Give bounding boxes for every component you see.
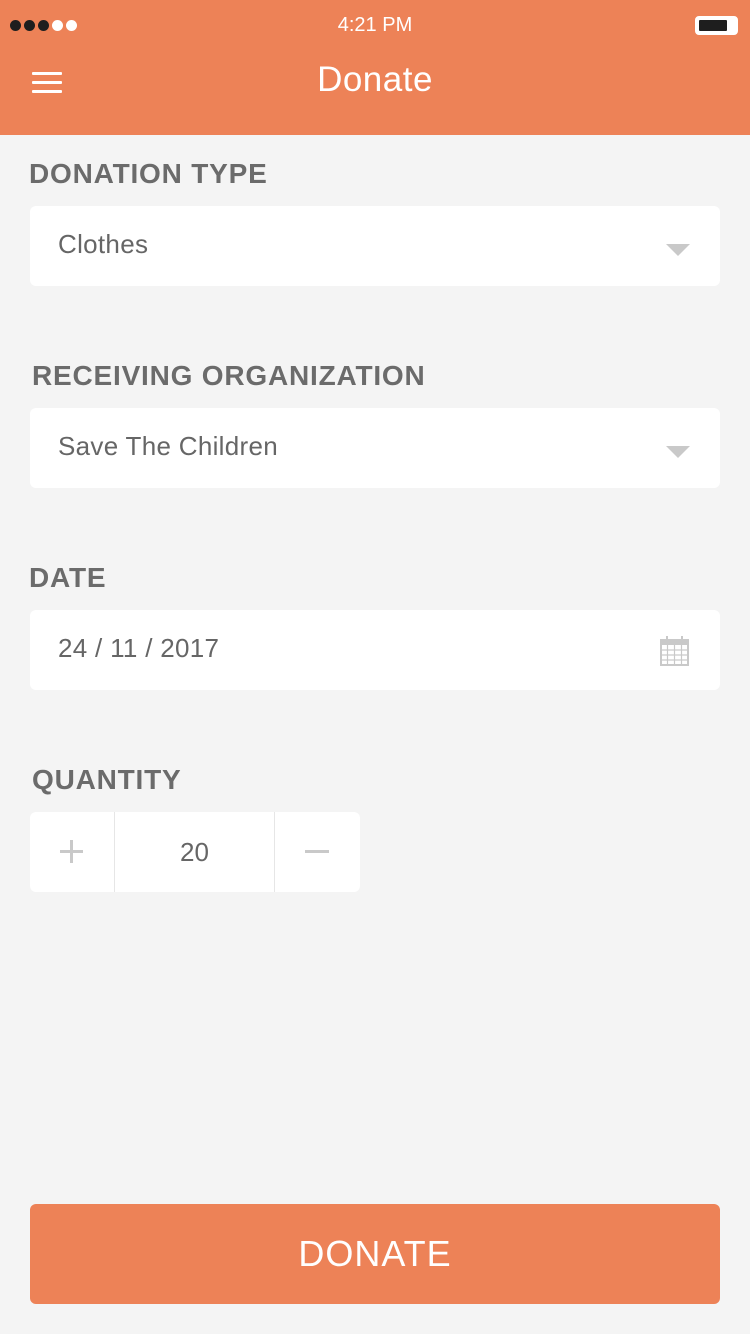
- chevron-down-icon: [666, 244, 690, 256]
- receiving-organization-value: Save The Children: [58, 431, 278, 461]
- date-label: DATE: [29, 562, 107, 593]
- chevron-down-icon: [666, 446, 690, 458]
- quantity-value-box[interactable]: 20: [114, 812, 275, 892]
- increment-button[interactable]: [30, 812, 114, 892]
- header-bar: 4:21 PM Donate: [0, 0, 750, 135]
- status-bar: 4:21 PM: [0, 0, 750, 52]
- quantity-label: QUANTITY: [32, 764, 182, 795]
- quantity-stepper: 20: [30, 812, 360, 892]
- page-title: Donate: [317, 60, 433, 99]
- decrement-button[interactable]: [275, 812, 360, 892]
- status-time: 4:21 PM: [337, 14, 413, 36]
- date-field[interactable]: 24 / 11 / 2017: [30, 610, 720, 690]
- donation-type-label: DONATION TYPE: [29, 158, 268, 189]
- battery-level: [699, 20, 727, 31]
- quantity-value: 20: [180, 836, 209, 867]
- donate-button[interactable]: DONATE: [30, 1204, 720, 1304]
- donation-type-select[interactable]: Clothes: [30, 206, 720, 286]
- receiving-organization-select[interactable]: Save The Children: [30, 408, 720, 488]
- battery-icon: [695, 16, 738, 35]
- date-value: 24 / 11 / 2017: [58, 633, 220, 663]
- receiving-organization-label: RECEIVING ORGANIZATION: [32, 360, 426, 391]
- calendar-icon[interactable]: [660, 636, 689, 666]
- donation-type-value: Clothes: [58, 229, 149, 259]
